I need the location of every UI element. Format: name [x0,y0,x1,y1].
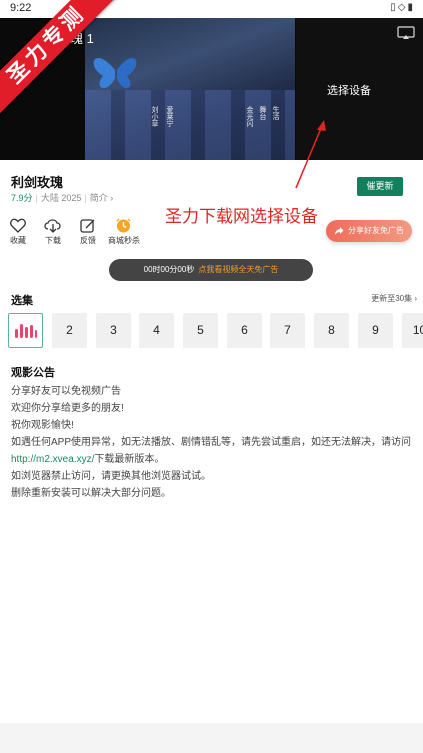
episodes-more-link[interactable]: 更新至30集 › [371,293,417,304]
notice-line: 欢迎你分享给更多的朋友! [11,403,124,414]
cast-icon[interactable] [397,26,415,39]
video-text: 金光闪 [246,106,253,127]
video-text: 舞台 [259,106,266,120]
episode-button[interactable]: 8 [314,313,349,348]
episode-button[interactable]: 5 [183,313,218,348]
feedback-button[interactable]: 反馈 [73,218,103,246]
annotation-arrow [295,120,326,189]
action-label: 反馈 [80,236,96,245]
favorite-button[interactable]: 收藏 [3,218,33,246]
action-label: 商城秒杀 [108,236,140,245]
notice-url[interactable]: http://m2.xvea.xyz/ [11,454,94,465]
annotation-text: 圣力下载网选择设备 [165,207,318,226]
episode-button[interactable]: 10 [402,313,423,348]
episode-button[interactable]: 3 [96,313,131,348]
ad-free-link[interactable]: 点我看视频全天免广告 [198,265,278,274]
notice-title: 观影公告 [11,367,55,379]
video-text: 爱莱宁 [166,106,173,127]
notice-body: 分享好友可以免视频广告 欢迎你分享给更多的朋友! 祝你观影愉快! 如遇任何APP… [11,383,416,502]
share-icon [335,227,344,235]
episode-list: 2 3 4 5 6 7 8 9 10 [8,313,423,349]
episode-button[interactable]: 6 [227,313,262,348]
butterfly-image [93,57,137,89]
status-icons: ▯◇▮ [390,2,415,13]
ad-timer-text: 00时00分00秒 [143,265,195,274]
bottom-strip [0,723,423,753]
movie-year: 2025 [61,193,82,203]
video-text: 生活 [272,106,279,120]
episode-button[interactable]: 7 [270,313,305,348]
notice-line: 祝你观影愉快! [11,420,74,431]
urge-update-button[interactable]: 催更新 [357,177,403,196]
share-label: 分享好友免广告 [348,226,404,235]
status-time: 9:22 [10,2,32,14]
movie-meta: 7.9分 | 大陆 2025 | 简介 › [11,193,114,203]
action-label: 收藏 [10,236,26,245]
episode-button-playing[interactable] [8,313,43,348]
episodes-title: 选集 [11,295,33,307]
notice-line: 分享好友可以免视频广告 [11,386,121,397]
heart-icon [10,218,26,233]
notice-line: 如遇任何APP使用异常，如无法播放、剧情错乱等，请先尝试重启，如还无法解决，请访… [11,437,412,448]
select-device-label[interactable]: 选择设备 [327,82,371,98]
download-button[interactable]: 下载 [38,218,68,246]
episode-button[interactable]: 9 [358,313,393,348]
download-icon [44,219,61,233]
share-button[interactable]: 分享好友免广告 [326,220,412,242]
episode-button[interactable]: 4 [139,313,174,348]
notice-line: 如浏览器禁止访问，请更换其他浏览器试试。 [11,471,211,482]
flash-sale-icon [116,218,130,233]
notice-line: http://m2.xvea.xyz/下载最新版本。 [11,454,165,465]
video-text: 刘小草 [151,106,158,127]
episode-button[interactable]: 2 [52,313,87,348]
movie-score: 7.9分 [11,193,33,203]
notice-line: 删除重新安装可以解决大部分问题。 [11,488,171,499]
action-label: 下载 [45,236,61,245]
playing-bars-icon [14,324,37,338]
ad-timer-bar[interactable]: 00时00分00秒 点我看视频全天免广告 [109,259,313,281]
action-bar: 收藏 下载 反馈 商城秒杀 [0,218,160,250]
movie-region: 大陆 [40,193,59,203]
feedback-icon [80,219,95,233]
movie-title: 利剑玫瑰 [11,175,64,190]
intro-link[interactable]: 简介 › [90,193,114,203]
flash-sale-button[interactable]: 商城秒杀 [108,218,140,246]
